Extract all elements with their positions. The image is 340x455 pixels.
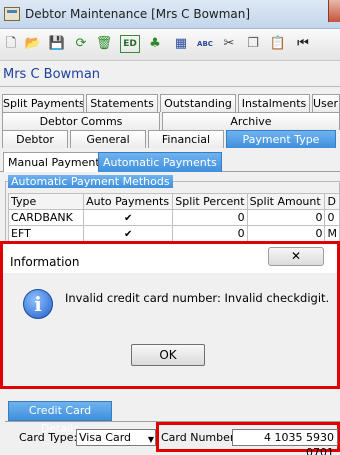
information-icon: i <box>23 289 53 319</box>
paste-icon[interactable]: 📋 <box>269 35 287 53</box>
table-row[interactable]: EFT ✔ 0 0 M <box>7 225 340 242</box>
edit-icon[interactable]: ED <box>120 35 140 53</box>
auto-methods-legend: Automatic Payment Methods <box>8 175 173 188</box>
card-type-value: Visa Card <box>79 431 132 444</box>
table-header-row: Type Auto Payments Split Percent Split A… <box>7 193 340 210</box>
tab-financial[interactable]: Financial <box>148 130 224 148</box>
tab-archive[interactable]: Archive <box>162 112 340 130</box>
tab-manual-payments[interactable]: Manual Payments <box>3 152 111 172</box>
tab-user[interactable]: User I <box>312 94 340 112</box>
dialog-close-button[interactable]: ✕ <box>268 247 324 266</box>
calculator-icon[interactable]: ▦ <box>172 35 190 53</box>
refresh-icon[interactable]: ⟳ <box>72 35 90 53</box>
card-number-input[interactable]: 4 1035 5930 0701 <box>232 429 338 455</box>
tab-row-2: Debtor Comms Archive <box>0 112 340 130</box>
tab-automatic-payments[interactable]: Automatic Payments <box>98 152 222 172</box>
card-type-label: Card Type: <box>19 431 78 444</box>
cell-split-amount[interactable]: 0 <box>246 209 326 226</box>
cell-split-percent[interactable]: 0 <box>172 225 248 242</box>
tab-row-1: Split Payments Statements Outstanding In… <box>0 94 340 112</box>
cell-auto-payments[interactable]: ✔ <box>83 225 174 242</box>
copy-icon[interactable]: ❐ <box>244 35 262 53</box>
payment-subtabs: Manual Payments Automatic Payments <box>0 150 340 172</box>
card-type-select[interactable]: Visa Card ▼ <box>76 429 156 446</box>
delete-icon[interactable]: 🗑 <box>95 35 113 53</box>
cell-split-amount[interactable]: 0 <box>246 225 326 242</box>
checkbox-icon[interactable]: ✔ <box>123 230 133 240</box>
toolbar: 🗋 📂 💾 ⟳ 🗑 ED ♣ ▦ ABC ✂ ❐ 📋 ⏮ <box>0 29 340 61</box>
dialog-title: Information <box>10 255 80 269</box>
cell-split-percent[interactable]: 0 <box>172 209 248 226</box>
column-d[interactable]: D <box>324 193 340 210</box>
cell-auto-payments[interactable]: ✔ <box>83 209 174 226</box>
app-icon <box>4 7 20 21</box>
dropdown-arrow-icon[interactable]: ▼ <box>148 432 154 447</box>
tab-instalments[interactable]: Instalments <box>238 94 310 112</box>
close-window-button[interactable] <box>328 0 340 22</box>
column-split-percent[interactable]: Split Percent <box>172 193 248 210</box>
debtor-name: Mrs C Bowman <box>3 67 101 82</box>
checkbox-icon[interactable]: ✔ <box>123 214 133 224</box>
column-auto-payments[interactable]: Auto Payments <box>83 193 174 210</box>
tab-payment-type[interactable]: Payment Type <box>226 130 336 148</box>
tab-general[interactable]: General <box>70 130 146 148</box>
column-split-amount[interactable]: Split Amount <box>246 193 326 210</box>
divider <box>0 86 340 87</box>
window-title: Debtor Maintenance [Mrs C Bowman] <box>25 7 251 21</box>
spellcheck-icon[interactable]: ABC <box>196 35 214 53</box>
ok-button[interactable]: OK <box>131 344 205 366</box>
tab-statements[interactable]: Statements <box>86 94 158 112</box>
tab-outstanding[interactable]: Outstanding <box>160 94 236 112</box>
new-icon[interactable]: 🗋 <box>2 35 20 53</box>
table-row[interactable]: CARDBANK ✔ 0 0 0 <box>7 209 340 226</box>
credit-card-details-tab[interactable]: Credit Card Details <box>8 401 112 435</box>
dialog-header: Information ✕ <box>3 244 337 273</box>
title-bar: Debtor Maintenance [Mrs C Bowman] <box>0 0 340 29</box>
first-record-icon[interactable]: ⏮ <box>294 35 312 53</box>
card-number-label: Card Number: <box>161 431 238 444</box>
cut-icon[interactable]: ✂ <box>220 35 238 53</box>
tree-icon[interactable]: ♣ <box>146 35 164 53</box>
information-dialog: Information ✕ i Invalid credit card numb… <box>3 244 337 386</box>
tab-debtor-comms[interactable]: Debtor Comms <box>2 112 160 130</box>
cell-type[interactable]: EFT <box>7 225 85 242</box>
open-folder-icon[interactable]: 📂 <box>24 35 42 53</box>
cell-d[interactable]: M <box>324 225 340 242</box>
auto-methods-table: Type Auto Payments Split Percent Split A… <box>7 193 340 242</box>
tab-row-3: Debtor General Financial Payment Type <box>0 130 340 148</box>
save-icon[interactable]: 💾 <box>48 35 66 53</box>
cell-d[interactable]: 0 <box>324 209 340 226</box>
cell-type[interactable]: CARDBANK <box>7 209 85 226</box>
tab-debtor[interactable]: Debtor <box>2 130 68 148</box>
dialog-message: Invalid credit card number: Invalid chec… <box>65 291 330 305</box>
tab-split-payments[interactable]: Split Payments <box>2 94 84 112</box>
column-type[interactable]: Type <box>7 193 85 210</box>
